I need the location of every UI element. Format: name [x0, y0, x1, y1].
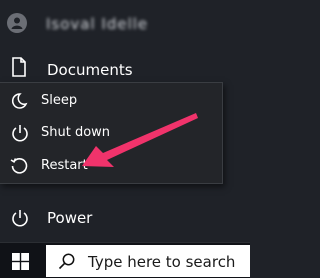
annotation-arrow	[82, 113, 198, 167]
